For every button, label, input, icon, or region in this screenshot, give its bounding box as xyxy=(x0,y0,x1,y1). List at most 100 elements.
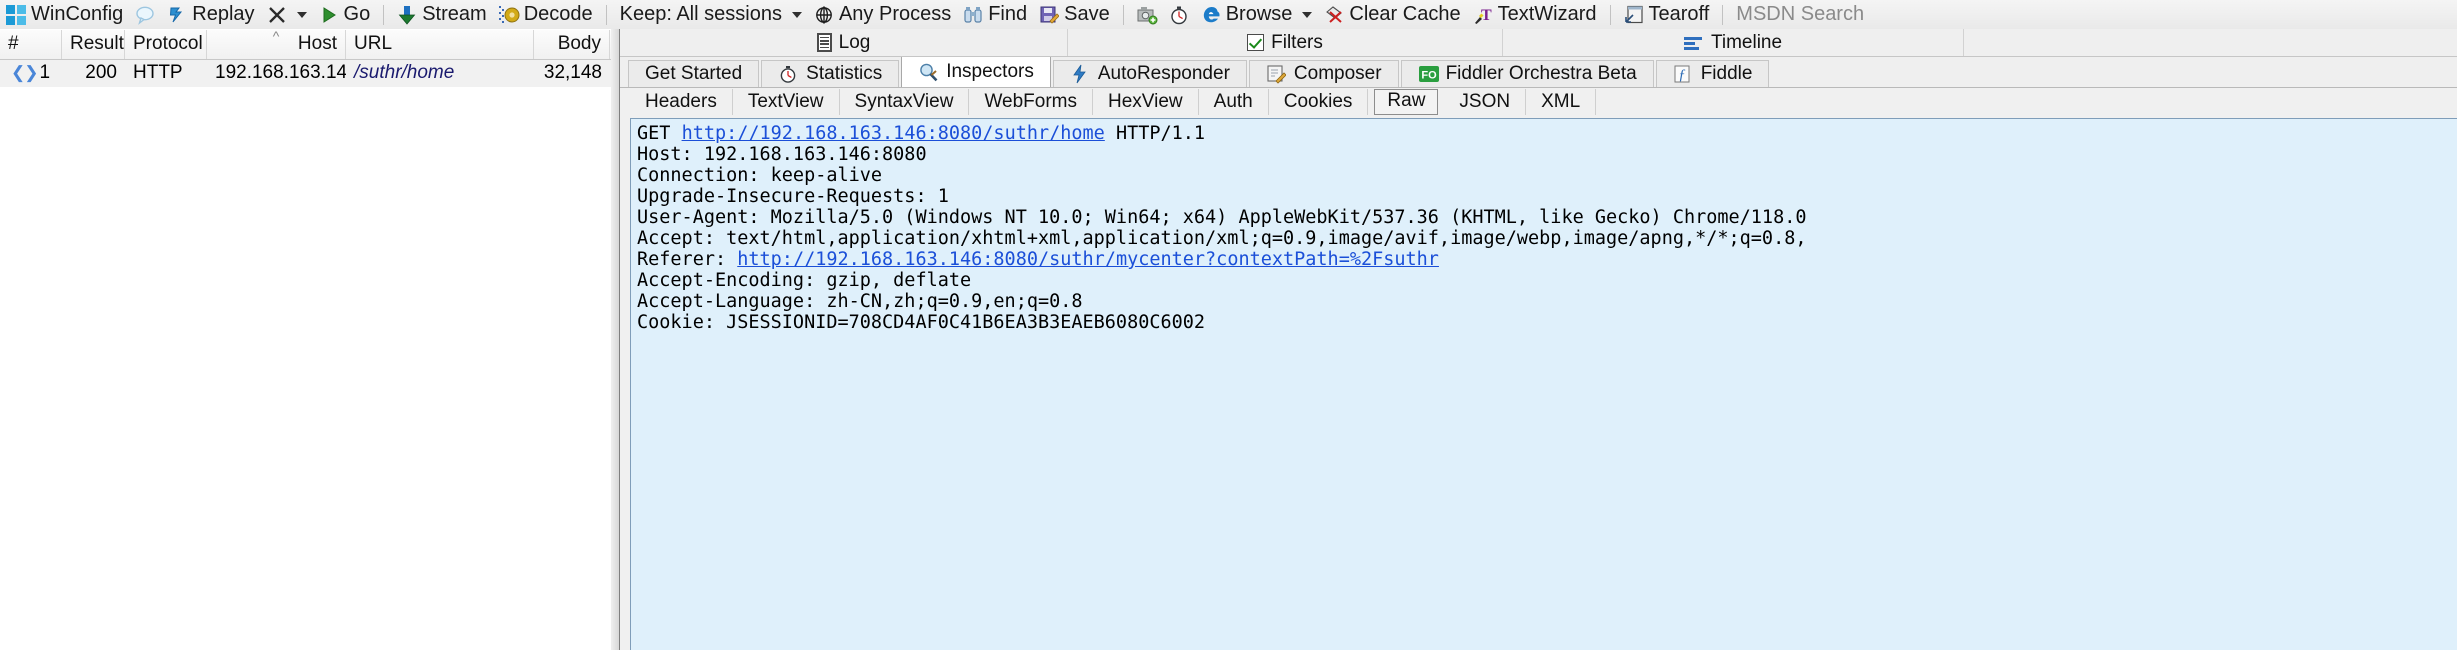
request-response-arrows-icon: ❮❯ xyxy=(11,63,38,82)
subtab-headers[interactable]: Headers xyxy=(630,89,733,115)
raw-line-host: Host: 192.168.163.146:8080 xyxy=(637,144,927,165)
tab-timeline[interactable]: Timeline xyxy=(1503,29,1964,56)
toolbar-divider xyxy=(1609,4,1611,25)
toolbar-winconfig-button[interactable]: WinConfig xyxy=(0,1,129,28)
chevron-down-icon[interactable] xyxy=(1302,11,1313,18)
toolbar-replay-button[interactable]: Replay xyxy=(161,1,260,28)
tab-composer-label: Composer xyxy=(1293,63,1382,84)
session-column-headers: # Result Protocol ^ Host URL Body xyxy=(0,29,611,60)
subtab-webforms[interactable]: WebForms xyxy=(969,89,1094,115)
toolbar-save-button[interactable]: Save xyxy=(1033,1,1116,28)
tab-autoresponder[interactable]: AutoResponder xyxy=(1052,60,1247,87)
toolbar-comment-button[interactable] xyxy=(129,1,161,28)
tab-fiddler-script[interactable]: ƒ Fiddle xyxy=(1655,60,1770,87)
chevron-down-icon[interactable] xyxy=(791,11,802,18)
svg-text:ƒ: ƒ xyxy=(1678,67,1686,83)
tab-log[interactable]: Log xyxy=(620,29,1068,56)
session-num-value: 1 xyxy=(39,62,51,83)
toolbar-go-label: Go xyxy=(343,3,371,25)
top-tabs-spacer xyxy=(1964,29,2457,56)
raw-referer-url-link[interactable]: http://192.168.163.146:8080/suthr/mycent… xyxy=(737,249,1439,270)
tab-statistics[interactable]: Statistics xyxy=(761,60,900,87)
subtab-json[interactable]: JSON xyxy=(1444,89,1527,115)
x-remove-icon xyxy=(267,5,287,25)
lightning-icon xyxy=(1070,64,1090,84)
tab-autoresponder-label: AutoResponder xyxy=(1097,63,1230,84)
tab-filters-label: Filters xyxy=(1271,31,1323,53)
session-cell-result: 200 xyxy=(85,62,117,83)
toolbar-tearoff-label: Tearoff xyxy=(1648,3,1710,25)
column-header-host[interactable]: ^ Host xyxy=(207,30,346,59)
chevron-down-icon[interactable] xyxy=(296,11,307,18)
toolbar-tearoff-button[interactable]: Tearoff xyxy=(1618,1,1716,28)
tab-inspectors[interactable]: Inspectors xyxy=(901,57,1051,87)
right-top-tabs: Log Filters Timeline xyxy=(620,29,2457,57)
save-disk-icon xyxy=(1039,5,1060,25)
decode-gear-icon xyxy=(498,5,520,25)
orchestra-fo-icon: FO xyxy=(1418,64,1439,84)
tab-get-started[interactable]: Get Started xyxy=(628,60,760,87)
raw-request-viewer[interactable]: GET http://192.168.163.146:8080/suthr/ho… xyxy=(630,118,2457,650)
toolbar-stream-label: Stream xyxy=(422,3,487,25)
toolbar-go-button[interactable]: Go xyxy=(313,1,377,28)
subtab-syntaxview[interactable]: SyntaxView xyxy=(840,89,970,115)
toolbar-replay-label: Replay xyxy=(192,3,255,25)
toolbar-keep-dropdown[interactable]: Keep: All sessions xyxy=(614,1,808,28)
toolbar-any-process-label: Any Process xyxy=(838,3,952,25)
raw-line-referer-label: Referer: xyxy=(637,249,738,270)
binoculars-icon xyxy=(963,5,983,25)
session-cell-num: ❮❯ 1 xyxy=(0,60,62,87)
toolbar-remove-button[interactable] xyxy=(261,1,313,28)
toolbar-browse-button[interactable]: Browse xyxy=(1195,1,1319,28)
text-wizard-icon: T xyxy=(1473,5,1493,25)
comment-bubble-icon xyxy=(135,5,155,25)
subtab-hexview[interactable]: HexView xyxy=(1093,89,1199,115)
session-cell-url: /suthr/home xyxy=(354,62,455,83)
tab-fiddler-orchestra-beta[interactable]: FO Fiddler Orchestra Beta xyxy=(1400,60,1654,87)
subtab-textview[interactable]: TextView xyxy=(733,89,840,115)
raw-request-url-link[interactable]: http://192.168.163.146:8080/suthr/home xyxy=(682,123,1105,144)
toolbar-clear-cache-button[interactable]: Clear Cache xyxy=(1318,1,1466,28)
session-cell-protocol: HTTP xyxy=(133,62,183,83)
play-go-icon xyxy=(319,5,339,25)
toolbar-any-process-button[interactable]: Any Process xyxy=(808,1,957,28)
table-row[interactable]: ❮❯1 200 HTTP 192.168.163.146:8... /suthr… xyxy=(0,60,611,87)
inspector-sub-tabs: Headers TextView SyntaxView WebForms Hex… xyxy=(620,88,2457,116)
toolbar-timer-button[interactable] xyxy=(1163,1,1195,28)
toolbar-save-label: Save xyxy=(1064,3,1110,25)
toolbar-divider xyxy=(1122,4,1124,25)
tab-statistics-label: Statistics xyxy=(806,63,883,84)
subtab-xml[interactable]: XML xyxy=(1526,89,1597,115)
windows-icon xyxy=(6,4,26,25)
column-header-url[interactable]: URL xyxy=(346,30,534,59)
toolbar-text-wizard-button[interactable]: T TextWizard xyxy=(1467,1,1603,28)
subtab-raw[interactable]: Raw xyxy=(1374,89,1439,115)
subtab-cookies[interactable]: Cookies xyxy=(1269,89,1369,115)
toolbar-find-button[interactable]: Find xyxy=(957,1,1033,28)
raw-request-method: GET xyxy=(637,123,671,144)
session-list-empty-area xyxy=(0,86,611,650)
column-header-protocol[interactable]: Protocol xyxy=(125,30,207,59)
toolbar-stream-button[interactable]: Stream xyxy=(391,1,492,28)
column-header-num[interactable]: # xyxy=(0,30,62,59)
toolbar-msdn-search-field[interactable]: MSDN Search xyxy=(1730,1,1870,28)
tab-composer[interactable]: Composer xyxy=(1248,60,1399,87)
column-header-body[interactable]: Body xyxy=(534,30,610,59)
stopwatch-icon xyxy=(778,64,798,84)
toolbar-decode-button[interactable]: Decode xyxy=(493,1,599,28)
svg-text:T: T xyxy=(1481,7,1492,24)
inspector-pane: Log Filters Timeline Get Started Statist… xyxy=(620,29,2457,650)
subtab-auth[interactable]: Auth xyxy=(1199,89,1269,115)
log-lines-icon xyxy=(816,33,832,52)
toolbar-screenshot-button[interactable] xyxy=(1131,1,1163,28)
tearoff-window-icon xyxy=(1624,5,1644,25)
toolbar-divider xyxy=(1722,4,1724,25)
column-header-result[interactable]: Result xyxy=(62,30,125,59)
tab-filters[interactable]: Filters xyxy=(1068,29,1503,56)
pane-splitter[interactable] xyxy=(611,29,620,650)
raw-line-accept: Accept: text/html,application/xhtml+xml,… xyxy=(637,228,1807,249)
toolbar-msdn-search-label: MSDN Search xyxy=(1736,3,1865,25)
raw-request-text: GET http://192.168.163.146:8080/suthr/ho… xyxy=(637,123,2451,333)
replay-icon xyxy=(167,5,187,25)
main-toolbar: WinConfig Replay Go Stream Decode Keep: … xyxy=(0,0,2457,30)
